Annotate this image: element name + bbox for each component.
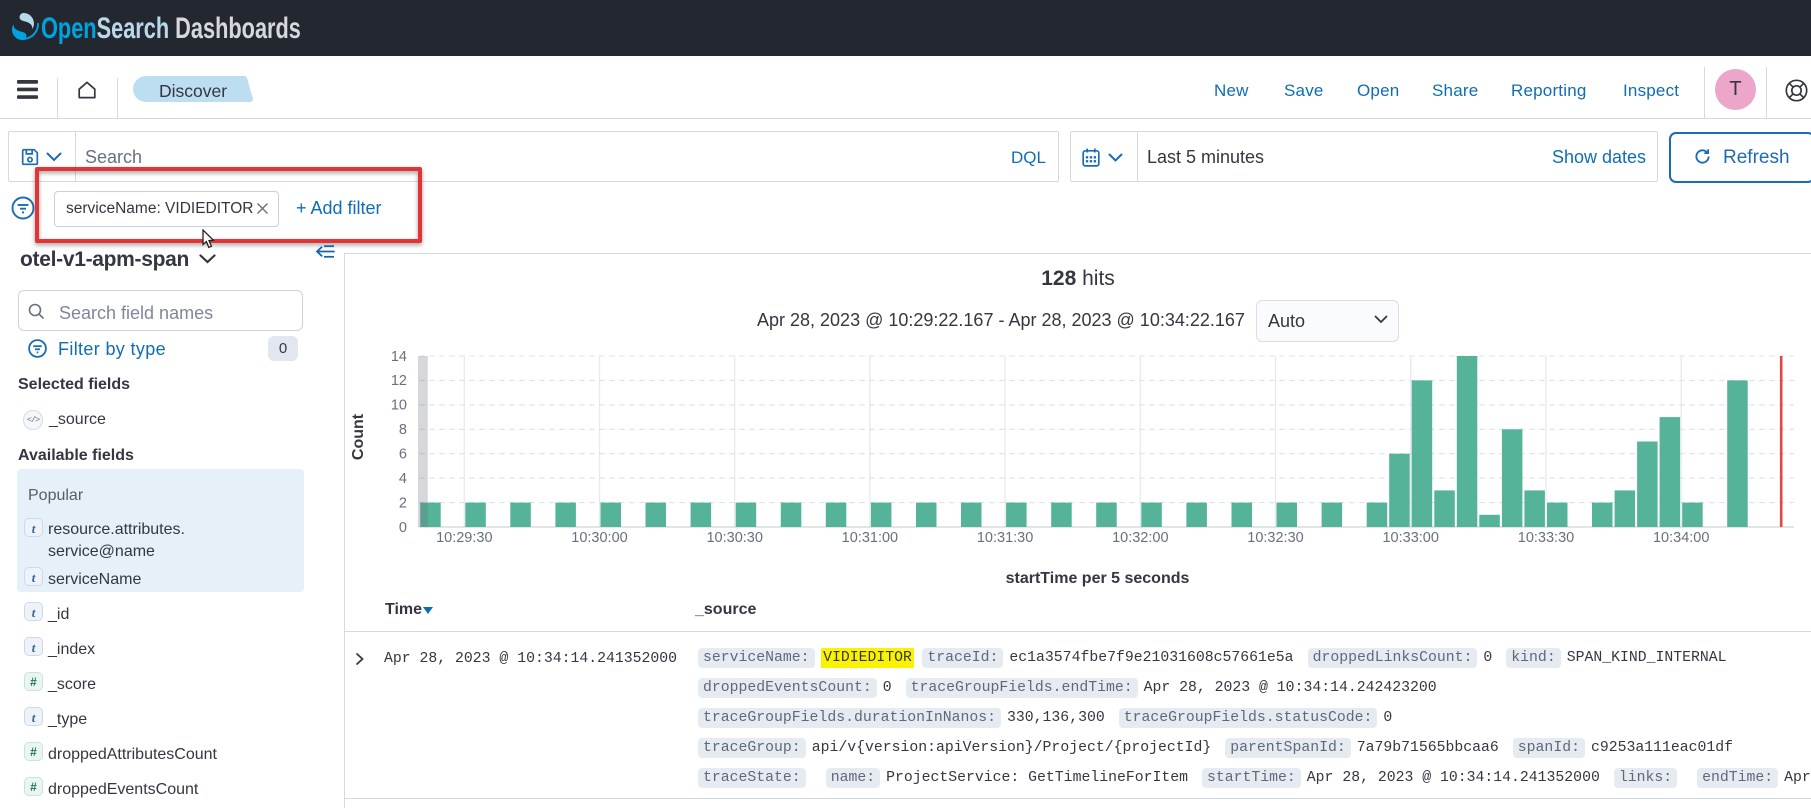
svg-text:14: 14 <box>391 349 407 365</box>
svg-text:6: 6 <box>399 447 407 463</box>
svg-text:10:31:00: 10:31:00 <box>842 530 898 546</box>
svg-text:4: 4 <box>399 471 407 487</box>
svg-text:10:31:30: 10:31:30 <box>977 530 1033 546</box>
svg-text:10:29:30: 10:29:30 <box>436 530 492 546</box>
svg-text:8: 8 <box>399 422 407 438</box>
svg-text:10:32:30: 10:32:30 <box>1247 530 1303 546</box>
svg-text:10:32:00: 10:32:00 <box>1112 530 1168 546</box>
svg-text:12: 12 <box>391 373 407 389</box>
svg-text:0: 0 <box>399 520 407 536</box>
svg-text:10:34:00: 10:34:00 <box>1653 530 1709 546</box>
svg-text:10:30:30: 10:30:30 <box>706 530 762 546</box>
svg-text:10:30:00: 10:30:00 <box>571 530 627 546</box>
svg-text:10:33:00: 10:33:00 <box>1382 530 1438 546</box>
svg-text:2: 2 <box>399 495 407 511</box>
svg-text:10:33:30: 10:33:30 <box>1518 530 1574 546</box>
svg-text:10: 10 <box>391 398 407 414</box>
svg-text:Count: Count <box>350 413 367 460</box>
